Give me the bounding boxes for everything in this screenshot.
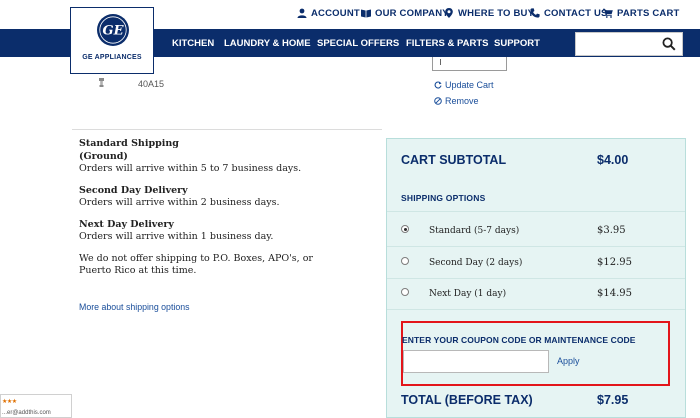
shipping-title: Next Day Delivery (79, 218, 174, 230)
contact-us-link[interactable]: CONTACT US (530, 6, 608, 20)
shipping-radio[interactable] (401, 288, 409, 296)
book-icon (361, 9, 371, 18)
coupon-label: ENTER YOUR COUPON CODE OR MAINTENANCE CO… (402, 335, 636, 345)
shipping-info-standard: Standard Shipping (Ground) Orders will a… (79, 138, 379, 176)
product-thumbnail-icon (99, 78, 104, 87)
options-divider (387, 211, 685, 212)
shipping-desc: Orders will arrive within 1 business day… (79, 231, 274, 242)
shipping-title: Standard Shipping (79, 138, 179, 149)
shipping-note: We do not offer shipping to P.O. Boxes, … (79, 252, 313, 277)
remove-icon (434, 97, 442, 105)
shipping-option-second-day[interactable]: Second Day (2 days) $12.95 (387, 247, 685, 277)
order-summary: CART SUBTOTAL $4.00 SHIPPING OPTIONS Sta… (386, 138, 686, 418)
logo-glyph: GE (102, 24, 124, 39)
where-to-buy-link[interactable]: WHERE TO BUY (444, 6, 534, 20)
refresh-icon (434, 81, 442, 89)
our-company-link[interactable]: OUR COMPANY (361, 6, 449, 20)
account-link[interactable]: ACCOUNT (297, 6, 360, 20)
nav-item-special-offers[interactable]: SPECIAL OFFERS (317, 38, 399, 49)
parts-cart-link[interactable]: PARTS CART (603, 6, 680, 20)
map-pin-icon (445, 8, 453, 18)
remove-link[interactable]: Remove (434, 96, 479, 106)
nav-item-support[interactable]: SUPPORT (494, 38, 540, 49)
update-cart-label: Update Cart (445, 80, 494, 90)
where-to-buy-label: WHERE TO BUY (458, 7, 535, 19)
logo-text: GE APPLIANCES (82, 54, 142, 61)
shipping-option-label: Standard (5-7 days) (429, 226, 520, 236)
subtotal-value: $4.00 (597, 153, 629, 167)
nav-item-laundry-home[interactable]: LAUNDRY & HOME (224, 38, 311, 49)
our-company-label: OUR COMPANY (375, 7, 449, 19)
user-icon (297, 8, 307, 18)
shipping-option-label: Next Day (1 day) (429, 289, 507, 299)
contact-us-label: CONTACT US (544, 7, 608, 19)
account-label: ACCOUNT (311, 7, 360, 19)
ge-monogram-icon: GE (97, 14, 129, 46)
shipping-option-price: $3.95 (597, 225, 626, 236)
shipping-info: Standard Shipping (Ground) Orders will a… (79, 138, 379, 278)
coupon-code-input[interactable] (403, 350, 549, 373)
search-box (575, 32, 683, 56)
quantity-caret (440, 59, 441, 65)
item-sku: 40A15 (138, 79, 165, 89)
shipping-desc: Orders will arrive within 2 business day… (79, 197, 280, 208)
section-divider (72, 129, 382, 130)
quantity-input[interactable] (432, 57, 507, 71)
update-cart-link[interactable]: Update Cart (434, 80, 494, 90)
coupon-section: ENTER YOUR COUPON CODE OR MAINTENANCE CO… (401, 321, 670, 386)
options-divider (387, 309, 685, 310)
apply-coupon-button[interactable]: Apply (557, 356, 580, 366)
shipping-info-second-day: Second Day Delivery Orders will arrive w… (79, 185, 379, 210)
total-label: TOTAL (BEFORE TAX) (401, 393, 533, 407)
rating-stars: ★★★ (2, 399, 17, 405)
shipping-radio[interactable] (401, 225, 409, 233)
shipping-option-standard[interactable]: Standard (5-7 days) $3.95 (387, 215, 685, 245)
reviews-widget-text: ...er@addthis.com (2, 410, 51, 416)
remove-label: Remove (445, 96, 479, 106)
shipping-option-price: $14.95 (597, 288, 632, 299)
cart-icon (603, 8, 613, 18)
search-input[interactable] (576, 33, 656, 55)
shipping-desc: Orders will arrive within 5 to 7 busines… (79, 163, 302, 174)
nav-item-filters-parts[interactable]: FILTERS & PARTS (406, 38, 489, 49)
parts-cart-label: PARTS CART (617, 7, 680, 19)
shipping-title: Second Day Delivery (79, 184, 188, 196)
total-value: $7.95 (597, 393, 629, 407)
shipping-info-next-day: Next Day Delivery Orders will arrive wit… (79, 219, 379, 244)
shipping-radio[interactable] (401, 257, 409, 265)
ge-logo[interactable]: GE GE APPLIANCES (70, 7, 154, 74)
shipping-subtitle: (Ground) (79, 150, 128, 162)
subtotal-label: CART SUBTOTAL (401, 153, 507, 167)
phone-icon (530, 8, 540, 18)
shipping-options-heading: SHIPPING OPTIONS (401, 193, 486, 203)
nav-item-kitchen[interactable]: KITCHEN (172, 38, 214, 49)
reviews-widget[interactable]: ★★★ ...er@addthis.com (0, 394, 72, 418)
shipping-options-link[interactable]: More about shipping options (79, 302, 190, 312)
shipping-option-price: $12.95 (597, 257, 632, 268)
shipping-option-next-day[interactable]: Next Day (1 day) $14.95 (387, 278, 685, 308)
shipping-option-label: Second Day (2 days) (429, 258, 523, 268)
search-icon[interactable] (662, 37, 676, 51)
